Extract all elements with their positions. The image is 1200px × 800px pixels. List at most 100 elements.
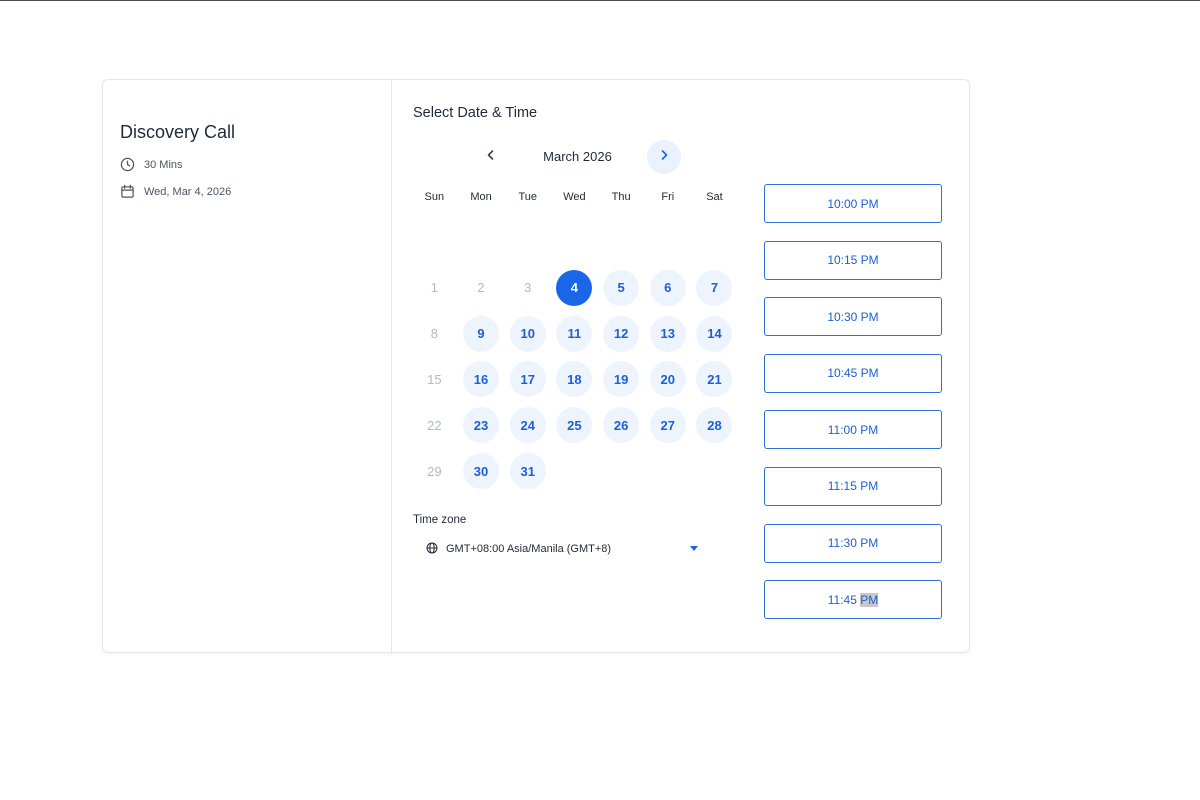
calendar-day-disabled: 3 [524,280,532,296]
time-slot[interactable]: 11:00 PM [764,410,942,450]
calendar-day-selected[interactable]: 4 [556,269,593,306]
duration-text: 30 Mins [144,158,183,171]
duration-row: 30 Mins [120,157,183,172]
weekday-label: Thu [611,191,631,203]
calendar-day[interactable]: 10 [509,315,546,352]
calendar-cell: 12 [598,311,645,357]
timezone-value: GMT+08:00 Asia/Manila (GMT+8) [446,543,612,555]
calendar-cell: 2 [458,265,505,311]
time-slot-label: 11:00 PM [827,422,879,437]
time-slot-label: 10:45 PM [827,366,879,381]
time-slot[interactable]: 11:30 PM [764,523,942,563]
calendar-cell: 7 [691,265,738,311]
time-slot-label: 10:00 PM [827,196,879,211]
calendar-day[interactable]: 23 [463,407,500,444]
event-title: Discovery Call [120,122,236,142]
calendar-day[interactable]: 26 [603,407,640,444]
calendar-day-disabled: 15 [427,371,442,387]
time-slot[interactable]: 10:30 PM [764,297,942,337]
calendar-cell: 5 [598,265,645,311]
time-slot[interactable]: 10:00 PM [764,184,942,223]
timezone-label: Time zone [413,514,467,526]
time-slot-label: 11:45 PM [827,592,879,607]
globe-icon [426,542,438,557]
calendar-cell: 21 [691,357,738,403]
calendar-cell: 4 [551,265,598,311]
caret-down-icon [690,546,698,551]
calendar-cell: 1 [411,265,458,311]
calendar-day[interactable]: 20 [649,361,686,398]
next-month-button[interactable] [647,140,681,174]
calendar-cell: 25 [551,402,598,448]
calendar-cell: 18 [551,357,598,403]
booking-card: Discovery Call 30 Mins Wed, Mar 4, 2026 … [102,79,970,653]
calendar-cell: 17 [504,357,551,403]
calendar-cell: 22 [411,402,458,448]
calendar-day[interactable]: 17 [509,361,546,398]
calendar-cell: 31 [504,448,551,494]
calendar-day[interactable]: 25 [556,407,593,444]
chevron-left-icon [485,148,497,166]
clock-icon [120,157,135,172]
calendar-day[interactable]: 18 [556,361,593,398]
weekday-label: Sun [424,191,445,203]
time-slot[interactable]: 10:45 PM [764,353,942,393]
calendar-cell: 14 [691,311,738,357]
calendar-day[interactable]: 9 [463,315,500,352]
calendar-cell: 27 [644,402,691,448]
time-slot[interactable]: 11:15 PM [764,466,942,506]
weekday-label: Sat [706,191,723,203]
weekday-header: Sun Mon Tue Wed Thu Fri Sat [411,191,738,203]
calendar-cell: 19 [598,357,645,403]
calendar-day[interactable]: 7 [696,269,733,306]
window-top-border [0,0,1200,1]
calendar-day[interactable]: 5 [603,269,640,306]
weekday-label: Wed [563,191,586,203]
time-slot-label: 10:30 PM [827,309,879,324]
time-slot-hour: 11:45 [827,592,857,607]
calendar-day[interactable]: 28 [696,407,733,444]
calendar-cell: 13 [644,311,691,357]
calendar-day[interactable]: 16 [463,361,500,398]
calendar-day[interactable]: 30 [463,453,500,490]
time-slot[interactable]: 10:15 PM [764,240,942,280]
date-row: Wed, Mar 4, 2026 [120,184,231,199]
time-slot-label: 11:30 PM [827,536,879,551]
calendar-cell: 10 [504,311,551,357]
calendar-cell: 11 [551,311,598,357]
text-selection-highlight: PM [860,592,879,607]
calendar-day-disabled: 2 [477,280,485,296]
calendar-day[interactable]: 11 [556,315,593,352]
chevron-right-icon [658,148,670,166]
weekday-label: Tue [518,191,537,203]
calendar-cell: 20 [644,357,691,403]
calendar-day[interactable]: 27 [649,407,686,444]
time-slot-label: 11:15 PM [827,479,879,494]
calendar-day[interactable]: 21 [696,361,733,398]
calendar-cell: 9 [458,311,505,357]
picker-title: Select Date & Time [413,105,538,121]
calendar-day-disabled: 1 [430,280,438,296]
calendar-day[interactable]: 19 [603,361,640,398]
event-details-panel: Discovery Call 30 Mins Wed, Mar 4, 2026 [103,80,392,652]
time-slot[interactable]: 11:45 PM [764,580,942,620]
calendar-cell: 15 [411,357,458,403]
weekday-label: Fri [661,191,675,203]
timezone-select[interactable]: GMT+08:00 Asia/Manila (GMT+8) [426,540,698,558]
calendar-day[interactable]: 14 [696,315,733,352]
month-label: March 2026 [543,149,612,164]
calendar-cell: 3 [504,265,551,311]
calendar-cell: 16 [458,357,505,403]
month-navigation: March 2026 [474,140,682,174]
calendar-day-disabled: 29 [427,463,442,479]
previous-month-button[interactable] [474,140,508,174]
time-slot-label: 10:15 PM [827,253,879,268]
weekday-label: Mon [470,191,492,203]
calendar-cell: 28 [691,402,738,448]
calendar-day[interactable]: 12 [603,315,640,352]
calendar-day[interactable]: 13 [649,315,686,352]
calendar-day[interactable]: 6 [649,269,686,306]
calendar-day[interactable]: 31 [509,453,546,490]
calendar-day[interactable]: 24 [509,407,546,444]
calendar-cell: 23 [458,402,505,448]
